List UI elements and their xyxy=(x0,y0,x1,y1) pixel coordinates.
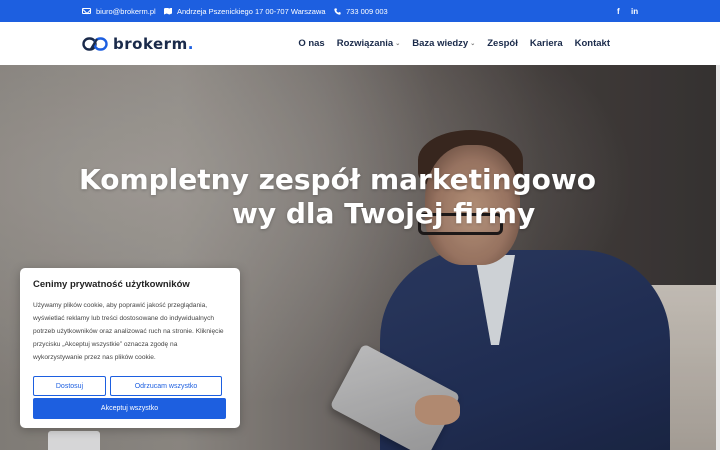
logo[interactable]: brokerm. xyxy=(82,34,194,54)
chevron-down-icon: ⌄ xyxy=(470,41,476,47)
nav-item-baza-wiedzy[interactable]: Baza wiedzy ⌄ xyxy=(412,38,475,49)
phone-contact[interactable]: 733 009 003 xyxy=(334,0,388,22)
linkedin-link[interactable]: in xyxy=(631,0,638,22)
cookie-button-row: Dostosuj Odrzucam wszystko xyxy=(33,376,227,396)
nav-label: O nas xyxy=(298,38,325,49)
nav-item-o-nas[interactable]: O nas xyxy=(298,38,324,49)
nav-item-rozwiazania[interactable]: Rozwiązania ⌄ xyxy=(337,38,401,49)
nav-label: Zespół xyxy=(487,38,518,49)
cookie-description: Używamy plików cookie, aby poprawić jako… xyxy=(33,302,224,361)
logo-wordmark: brokerm. xyxy=(113,35,194,53)
accept-all-button[interactable]: Akceptuj wszystko xyxy=(33,398,226,419)
chevron-down-icon: ⌄ xyxy=(395,41,401,47)
phone-icon xyxy=(334,7,341,15)
cookie-buttons: Dostosuj Odrzucam wszystko Akceptuj wszy… xyxy=(33,376,227,419)
main-nav: O nas Rozwiązania ⌄ Baza wiedzy ⌄ Zespół K… xyxy=(298,22,610,65)
map-icon xyxy=(164,7,172,15)
nav-item-zespol[interactable]: Zespół xyxy=(487,38,518,49)
logo-mark-icon xyxy=(82,37,108,51)
email-text[interactable]: biuro@brokerm.pl xyxy=(96,7,156,16)
address-contact: Andrzeja Pszenickiego 17 00-707 Warszawa xyxy=(164,0,326,22)
facebook-icon[interactable]: f xyxy=(617,7,620,16)
nav-label: Baza wiedzy xyxy=(412,38,469,49)
linkedin-icon[interactable]: in xyxy=(631,7,638,16)
address-text: Andrzeja Pszenickiego 17 00-707 Warszawa xyxy=(177,6,326,16)
phone-text[interactable]: 733 009 003 xyxy=(346,7,388,16)
logo-dot: . xyxy=(187,35,194,53)
nav-label: Kariera xyxy=(529,38,563,49)
email-contact[interactable]: biuro@brokerm.pl xyxy=(82,0,156,22)
site-header: brokerm. O nas Rozwiązania ⌄ Baza wiedzy ⌄… xyxy=(0,22,720,65)
cookie-title: Cenimy prywatność użytkowników xyxy=(33,279,190,290)
logo-text: brokerm xyxy=(113,35,188,53)
nav-label: Kontakt xyxy=(574,38,610,49)
nav-item-kontakt[interactable]: Kontakt xyxy=(575,38,610,49)
top-info-bar: biuro@brokerm.pl Andrzeja Pszenickiego 1… xyxy=(0,0,720,22)
nav-label: Rozwiązania xyxy=(336,38,394,49)
cookie-consent-dialog: Cenimy prywatność użytkowników Używamy p… xyxy=(20,268,240,428)
reject-all-button[interactable]: Odrzucam wszystko xyxy=(110,376,222,396)
scrollbar-edge xyxy=(716,65,720,450)
hero-headline-line-2: wy dla Twojej firmy xyxy=(232,197,536,230)
mail-icon xyxy=(82,8,91,14)
facebook-link[interactable]: f xyxy=(617,0,620,22)
customize-button[interactable]: Dostosuj xyxy=(33,376,106,396)
hero-headline-line-1: Kompletny zespół marketingowo xyxy=(79,163,596,196)
nav-item-kariera[interactable]: Kariera xyxy=(530,38,563,49)
hero-headline: Kompletny zespół marketingowo wy dla Two… xyxy=(79,163,639,231)
